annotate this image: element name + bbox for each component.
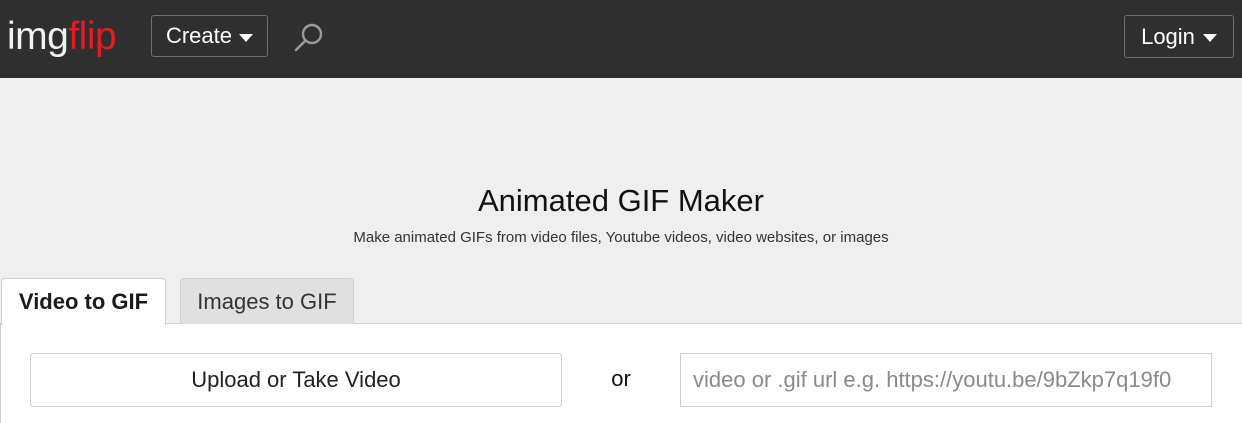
login-label: Login [1141, 23, 1195, 49]
upload-label: Upload or Take Video [191, 367, 401, 392]
logo-text-img: img [7, 15, 69, 58]
login-menu-button[interactable]: Login [1124, 15, 1234, 58]
tab-label: Video to GIF [18, 289, 149, 314]
tab-images-to-gif[interactable]: Images to GIF [180, 278, 354, 324]
or-separator: or [611, 366, 631, 391]
tab-video-to-gif[interactable]: Video to GIF [1, 278, 166, 325]
upload-video-button[interactable]: Upload or Take Video [30, 353, 562, 407]
page-subtitle: Make animated GIFs from video files, You… [353, 229, 889, 246]
chevron-down-icon [1202, 34, 1217, 42]
create-label: Create [165, 23, 233, 48]
tab-label: Images to GIF [197, 288, 337, 314]
imgflip-logo[interactable]: img flip [7, 9, 117, 65]
video-url-input[interactable] [680, 353, 1212, 407]
logo-text-flip: flip [68, 15, 117, 58]
search-icon[interactable] [293, 20, 327, 54]
create-menu-button[interactable]: Create [151, 15, 268, 57]
top-navbar: img flip Create Login [0, 0, 1242, 78]
chevron-down-icon [239, 33, 254, 42]
page-title: Animated GIF Maker [478, 183, 764, 218]
